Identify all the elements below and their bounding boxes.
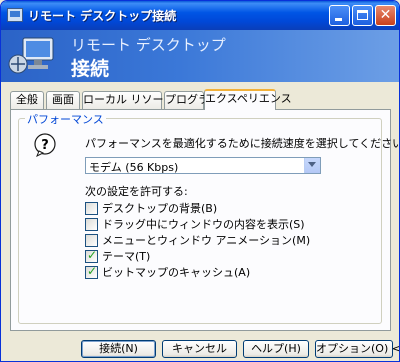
question-icon: ? (34, 133, 56, 157)
connection-speed-select[interactable]: モデム (56 Kbps) (85, 157, 321, 174)
menu-animation-label: メニューとウィンドウ アニメーション(M) (102, 234, 311, 247)
maximize-icon (357, 10, 368, 20)
connection-speed-value: モデム (56 Kbps) (89, 161, 179, 174)
minimize-button[interactable] (329, 5, 350, 26)
dropdown-button[interactable] (304, 158, 320, 173)
cancel-button[interactable]: キャンセル (162, 340, 237, 358)
connection-speed-instruction: パフォーマンスを最適化するために接続速度を選択してください(P) (85, 137, 400, 150)
allow-settings-label: 次の設定を許可する: (85, 185, 188, 198)
performance-group-label: パフォーマンス (25, 111, 106, 127)
close-icon: ✕ (379, 7, 392, 23)
banner-title-line2: 接続 (71, 58, 110, 80)
header-banner: リモート デスクトップ 接続 (1, 30, 399, 82)
banner-title-line1: リモート デスクトップ (71, 36, 226, 54)
chevron-down-icon (308, 162, 316, 167)
experience-tab-panel: パフォーマンス ? パフォーマンスを最適化するために接続速度を選択してください(… (10, 109, 399, 331)
menu-animation-checkbox[interactable] (85, 234, 98, 247)
show-window-contents-label: ドラッグ中にウィンドウの内容を表示(S) (102, 218, 305, 231)
tab-programs[interactable]: プログラム (164, 91, 220, 109)
close-button[interactable]: ✕ (375, 5, 396, 26)
svg-text:?: ? (41, 138, 49, 153)
connect-button[interactable]: 接続(N) (81, 340, 156, 358)
maximize-button[interactable] (352, 5, 373, 26)
tab-experience[interactable]: エクスペリエンス (204, 89, 292, 110)
performance-group: パフォーマンス ? パフォーマンスを最適化するために接続速度を選択してください(… (18, 111, 399, 324)
desktop-background-checkbox[interactable] (85, 202, 98, 215)
bitmap-caching-checkbox[interactable] (85, 264, 98, 279)
options-button[interactable]: オプション(O) << (315, 340, 399, 358)
tab-display[interactable]: 画面 (46, 91, 80, 109)
desktop-background-label: デスクトップの背景(B) (102, 202, 218, 215)
bitmap-caching-label: ビットマップのキャッシュ(A) (102, 266, 251, 279)
remote-desktop-app-icon (7, 8, 23, 22)
tab-local-resources[interactable]: ローカル リソース (82, 91, 174, 109)
themes-checkbox[interactable] (85, 248, 98, 263)
window-title: リモート デスクトップ接続 (28, 9, 177, 23)
remote-desktop-window: リモート デスクトップ接続 ✕ リモート デスクトップ 接続 全般 画面 ローカ… (0, 0, 400, 362)
minimize-icon (335, 18, 342, 21)
title-bar[interactable]: リモート デスクトップ接続 ✕ (1, 1, 399, 30)
remote-desktop-logo-icon (8, 37, 54, 74)
themes-label: テーマ(T) (102, 250, 151, 263)
tab-general[interactable]: 全般 (10, 91, 44, 109)
help-button[interactable]: ヘルプ(H) (243, 340, 309, 358)
show-window-contents-checkbox[interactable] (85, 218, 98, 231)
